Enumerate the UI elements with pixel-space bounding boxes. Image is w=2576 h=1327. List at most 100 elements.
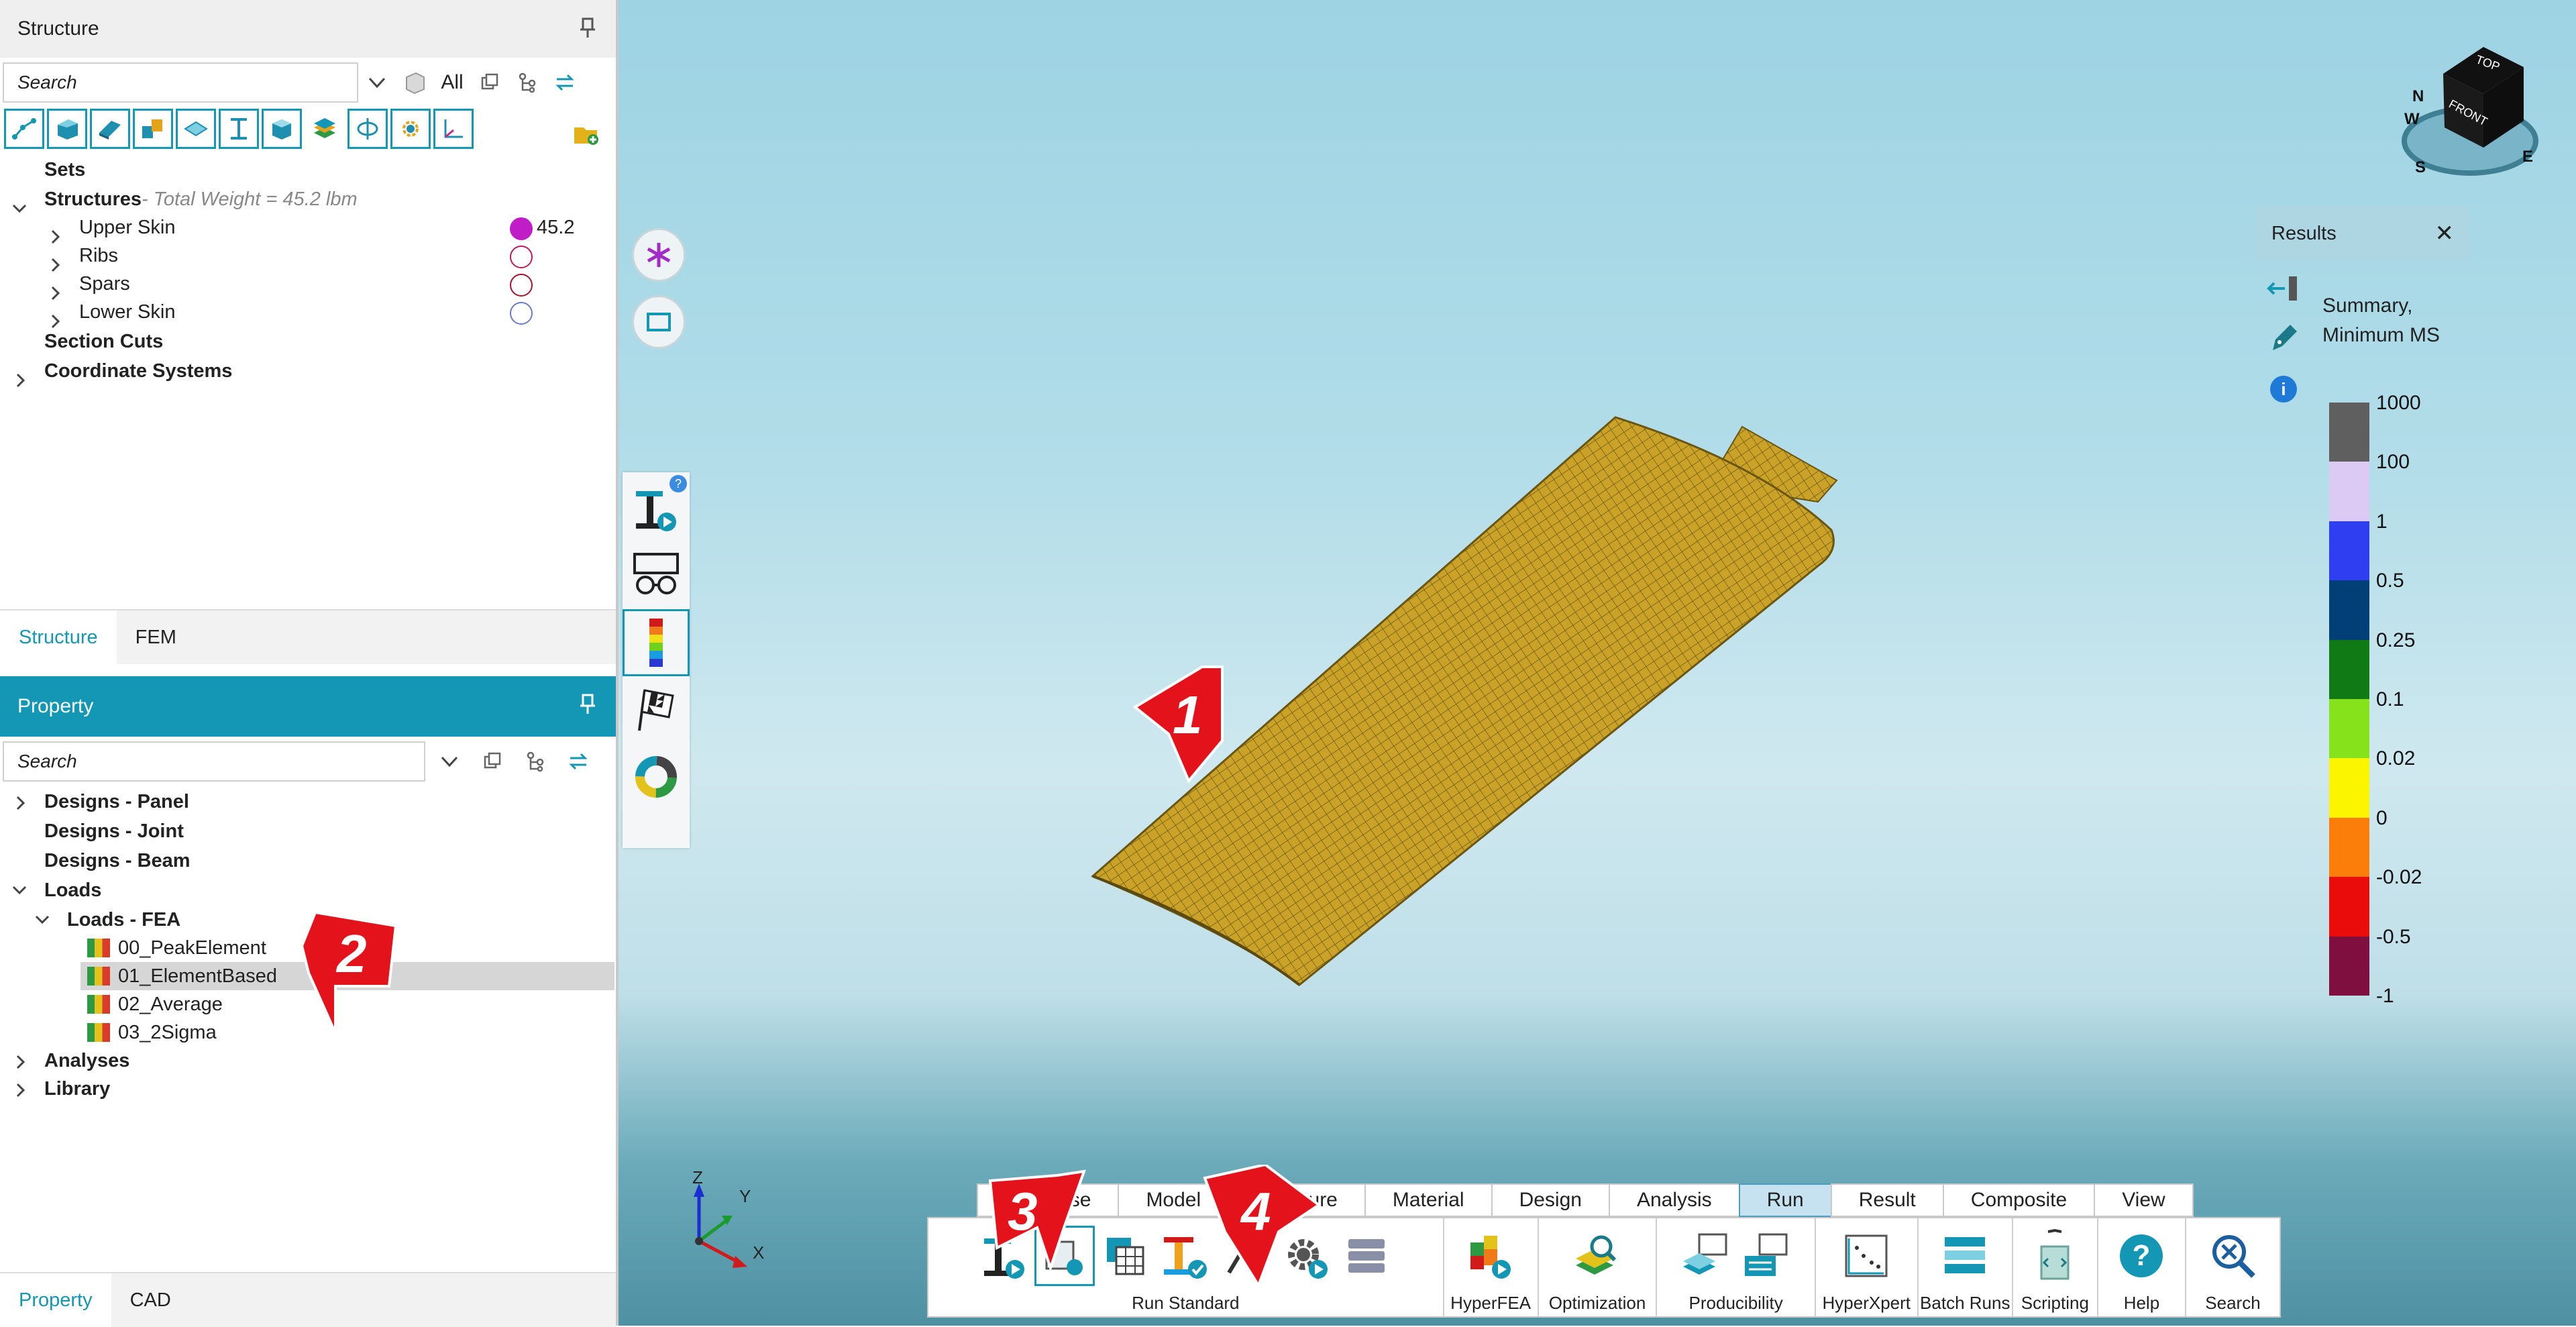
tree-item-designs-panel[interactable]: Designs - Panel [44,788,189,816]
property-search-input[interactable]: Search [3,741,425,782]
solid-filter-icon[interactable] [47,109,87,149]
scripting-icon[interactable] [2025,1226,2085,1286]
chevron-right-icon[interactable] [11,793,31,813]
rectangle-select-icon[interactable] [632,295,686,349]
hyperxpert-icon[interactable] [1836,1226,1896,1286]
chevron-right-icon[interactable] [11,1080,31,1100]
view-glasses-icon[interactable] [623,542,690,609]
joint-filter-icon[interactable] [133,109,173,149]
optimization-icon[interactable] [1567,1226,1627,1286]
asterisk-tool-icon[interactable] [632,228,686,282]
producibility-chart-icon[interactable] [1736,1226,1796,1286]
checkered-flag-icon[interactable] [623,676,690,743]
close-icon[interactable]: ✕ [2435,220,2455,247]
chevron-down-icon[interactable] [358,64,396,101]
chevron-down-icon[interactable] [9,199,30,219]
legend-label: 100 [2376,451,2410,474]
chevron-right-icon[interactable] [46,255,66,275]
hyperfea-icon[interactable] [1460,1226,1521,1286]
tab-run[interactable]: Run [1738,1183,1832,1217]
tab-analysis[interactable]: Analysis [1608,1183,1740,1217]
color-swatch-lower-skin[interactable] [510,302,533,325]
tree-item-section-cuts[interactable]: Section Cuts [44,327,163,356]
pin-icon[interactable] [576,16,600,40]
tree-item-analyses[interactable]: Analyses [44,1047,129,1075]
panel-filter-icon[interactable] [90,109,130,149]
section-cut-filter-icon[interactable] [347,109,388,149]
axis-y-label: Y [739,1186,751,1206]
chevron-down-icon[interactable] [9,880,30,900]
pin-icon[interactable] [576,692,600,716]
svg-text:?: ? [2133,1239,2151,1272]
collapse-icon[interactable] [474,743,511,780]
tab-view[interactable]: View [2094,1183,2194,1217]
box-filter-icon[interactable] [262,109,302,149]
coordinate-filter-icon[interactable] [433,109,474,149]
search-label: Search [2205,1292,2261,1313]
tab-cad[interactable]: CAD [111,1273,190,1327]
chevron-right-icon[interactable] [46,227,66,247]
tree-item-lower-skin[interactable]: Lower Skin [79,298,175,326]
chevron-down-icon[interactable] [32,910,52,930]
tab-property[interactable]: Property [0,1273,111,1327]
hierarchy-icon[interactable] [517,743,554,780]
tree-item-library[interactable]: Library [44,1075,110,1103]
tree-item-spars[interactable]: Spars [79,270,130,298]
chevron-right-icon[interactable] [11,370,31,390]
cube-icon[interactable] [396,64,433,101]
sync-icon[interactable] [546,64,584,101]
chevron-right-icon[interactable] [46,283,66,303]
load-item[interactable]: 02_Average [87,990,223,1018]
folder-add-icon[interactable] [568,115,605,153]
tab-design[interactable]: Design [1491,1183,1610,1217]
layers-icon[interactable] [305,109,345,149]
tab-fem[interactable]: FEM [117,611,195,664]
hyperfea-label: HyperFEA [1450,1292,1532,1313]
dock-left-icon[interactable] [2266,274,2300,307]
load-item[interactable]: 01_ElementBased [87,962,277,990]
legend-label: 0 [2376,806,2387,829]
view-cube[interactable]: TOP FRONT N W S E [2396,40,2551,188]
structure-search-input[interactable]: Search [3,62,358,103]
producibility-layers-icon[interactable] [1676,1226,1736,1286]
help-badge-icon[interactable]: ? [669,475,687,492]
tree-item-loads[interactable]: Loads [44,876,101,904]
contour-legend-icon[interactable] [623,609,690,676]
batch-runs-icon[interactable] [1935,1226,1995,1286]
info-icon[interactable]: i [2270,376,2297,403]
chevron-down-icon[interactable] [431,743,468,780]
sync-icon[interactable] [559,743,597,780]
analysis-sidebar: ? [623,472,690,848]
server-icon[interactable] [1336,1226,1397,1286]
filter-all-label[interactable]: All [433,64,471,101]
tab-composite[interactable]: Composite [1942,1183,2096,1217]
color-swatch-upper-skin[interactable] [510,217,533,240]
beam-filter-icon[interactable] [219,109,259,149]
pen-edit-icon[interactable] [2267,321,2301,358]
tree-item-structures[interactable]: Structures - Total Weight = 45.2 lbm [44,185,358,213]
gear-filter-icon[interactable] [390,109,431,149]
tree-item-upper-skin[interactable]: Upper Skin [79,213,175,242]
load-item[interactable]: 03_2Sigma [87,1018,217,1047]
tab-structure[interactable]: Structure [0,611,117,664]
tree-item-ribs[interactable]: Ribs [79,242,118,270]
color-swatch-spars[interactable] [510,274,533,297]
collapse-icon[interactable] [471,64,508,101]
table-run-icon[interactable] [1095,1226,1155,1286]
nodes-filter-icon[interactable] [4,109,44,149]
donut-chart-icon[interactable] [623,743,690,810]
plate-filter-icon[interactable] [176,109,216,149]
tree-item-coordinate-systems[interactable]: Coordinate Systems [44,357,232,385]
chevron-right-icon[interactable] [11,1052,31,1072]
color-swatch-ribs[interactable] [510,246,533,268]
tab-result[interactable]: Result [1830,1183,1944,1217]
hierarchy-icon[interactable] [508,64,546,101]
tree-item-designs-joint[interactable]: Designs - Joint [44,817,184,845]
search-icon[interactable] [2203,1226,2263,1286]
tree-item-loads-fea[interactable]: Loads - FEA [67,906,180,934]
tab-material[interactable]: Material [1364,1183,1493,1217]
tree-item-sets[interactable]: Sets [44,156,85,184]
tree-item-designs-beam[interactable]: Designs - Beam [44,847,191,875]
load-item[interactable]: 00_PeakElement [87,934,266,962]
help-icon[interactable]: ? [2111,1226,2171,1286]
